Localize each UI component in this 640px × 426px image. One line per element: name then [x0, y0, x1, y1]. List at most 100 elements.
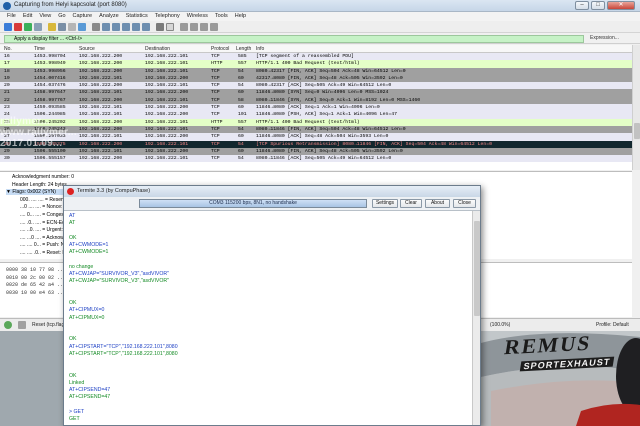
hex-line[interactable]: 0010 00 2c 00 02 ...	[6, 275, 66, 281]
menu-item[interactable]: Wireless	[187, 12, 208, 21]
packet-cell-len: 54	[238, 68, 244, 74]
packet-row[interactable]: 17 1453.998949 192.168.222.200 192.168.222.…	[0, 60, 632, 68]
menu-item[interactable]: File	[7, 12, 16, 21]
packet-list-scrollbar[interactable]	[632, 45, 640, 170]
hex-line[interactable]: 0030 10 00 e4 63 ...	[6, 290, 66, 296]
capture-status-icon[interactable]	[4, 321, 12, 329]
settings-button[interactable]: Settings	[372, 199, 398, 208]
packet-row[interactable]: 27 1506.297033 192.168.222.101 192.168.222.…	[0, 133, 632, 141]
autoscroll-icon[interactable]	[156, 23, 164, 31]
open-file-icon[interactable]	[48, 23, 56, 31]
terminal-received-line: OK	[69, 234, 77, 241]
packet-cell-info: [TCP Spurious Retransmission] 8080→11846…	[256, 141, 493, 147]
packet-cell-dst: 192.168.222.200	[145, 75, 189, 81]
stop-capture-icon[interactable]	[14, 23, 22, 31]
packet-row[interactable]: 22 1458.997767 192.168.222.200 192.168.222.…	[0, 96, 632, 105]
maximize-button[interactable]: □	[591, 1, 605, 10]
capture-options-icon[interactable]	[34, 23, 42, 31]
connection-status-button[interactable]: COM3 115200 bps, 8N1, no handshake	[139, 199, 367, 208]
terminal-sent-line: AT+CIPSEND=47	[69, 387, 111, 393]
packet-row[interactable]: 24 1506.244985 192.168.222.101 192.168.222.…	[0, 111, 632, 119]
packet-cell-proto: TCP	[211, 83, 220, 89]
detail-line[interactable]: Acknowledgment number: 0	[12, 174, 74, 180]
about-button[interactable]: About	[425, 199, 450, 208]
terminal-sent-line: AT+CWJAP="SURVIVOR_V3","asdVIVOR"	[69, 271, 170, 277]
close-file-icon[interactable]	[68, 23, 76, 31]
packet-cell-time: 1459.093585	[34, 105, 66, 111]
packet-cell-info: 8080→11846 [FIN, ACK] Seq=504 Ack=48 Win…	[256, 126, 406, 132]
reload-icon[interactable]	[78, 23, 86, 31]
hex-line[interactable]: 0020 de 65 42 a4 ...	[6, 282, 66, 288]
restart-capture-icon[interactable]	[24, 23, 32, 31]
zoom-out-icon[interactable]	[190, 23, 198, 31]
packet-row[interactable]: 28 1506.545375 192.168.222.200 192.168.222.…	[0, 140, 632, 148]
start-capture-icon[interactable]	[4, 23, 12, 31]
normal-size-icon[interactable]	[200, 23, 208, 31]
close-window-button[interactable]: ✕	[607, 1, 635, 10]
col-info[interactable]: Info	[256, 46, 264, 52]
menu-item[interactable]: Capture	[73, 12, 93, 21]
packet-cell-src: 192.168.222.200	[79, 126, 123, 132]
menu-item[interactable]: Telephony	[155, 12, 180, 21]
packet-cell-time: 1506.555157	[34, 156, 66, 162]
col-protocol[interactable]: Protocol	[211, 46, 229, 52]
display-filter-input[interactable]: Apply a display filter ... <Ctrl-/>	[4, 35, 584, 43]
hex-line[interactable]: 0000 38 10 77 98 ...	[6, 267, 66, 273]
menu-item[interactable]: Tools	[215, 12, 228, 21]
packet-cell-len: 60	[238, 105, 244, 111]
capture-comment-icon[interactable]	[18, 321, 26, 329]
col-destination[interactable]: Destination	[145, 46, 170, 52]
terminal-output[interactable]: AT AT OK AT+CWMODE=1 AT+CWMODE=1 no change AT+…	[64, 211, 472, 425]
packet-cell-proto: TCP	[211, 68, 220, 74]
terminal-scrollbar[interactable]	[472, 211, 480, 425]
packet-cell-time: 1453.998949	[34, 61, 66, 67]
go-to-packet-icon[interactable]	[122, 23, 130, 31]
packet-row[interactable]: 18 1453.998956 192.168.222.200 192.168.222.…	[0, 67, 632, 75]
minimize-button[interactable]: –	[575, 1, 589, 10]
packet-cell-len: 60	[238, 90, 244, 96]
packet-row[interactable]: 20 1454.037476 192.168.222.200 192.168.222.…	[0, 82, 632, 90]
menu-item[interactable]: Analyze	[99, 12, 119, 21]
packet-row[interactable]: 16 1453.998704 192.168.222.200 192.168.222.…	[0, 53, 632, 61]
detail-line[interactable]: Header Length: 24 bytes	[12, 182, 67, 188]
scrollbar-thumb[interactable]	[634, 123, 640, 139]
save-file-icon[interactable]	[58, 23, 66, 31]
expression-button[interactable]: Expression...	[590, 35, 619, 41]
col-length[interactable]: Length	[236, 46, 251, 52]
packet-row[interactable]: 26 1506.245243 192.168.222.200 192.168.222.…	[0, 125, 632, 134]
colorize-icon[interactable]	[166, 23, 174, 31]
find-packet-icon[interactable]	[92, 23, 100, 31]
packet-row[interactable]: 19 1454.007416 192.168.222.101 192.168.222.…	[0, 74, 632, 83]
go-forward-icon[interactable]	[112, 23, 120, 31]
menu-item[interactable]: Edit	[23, 12, 32, 21]
terminal-received-line: AT+CWJAP="SURVIVOR_V3","asdVIVOR"	[69, 278, 170, 285]
packet-row[interactable]: 23 1459.093585 192.168.222.101 192.168.222.…	[0, 104, 632, 112]
clear-button[interactable]: Clear	[400, 199, 422, 208]
resize-columns-icon[interactable]	[210, 23, 218, 31]
last-packet-icon[interactable]	[142, 23, 150, 31]
col-time[interactable]: Time	[34, 46, 45, 52]
close-button[interactable]: Close	[453, 199, 476, 208]
terminal-received-line: OK	[69, 300, 77, 306]
packet-row[interactable]: 25 1506.245202 192.168.222.200 192.168.222.…	[0, 118, 632, 126]
packet-cell-len: 58	[238, 97, 244, 103]
packet-row[interactable]: 21 1458.997647 192.168.222.101 192.168.222.…	[0, 89, 632, 97]
packet-cell-info: 11846→8080 [PSH, ACK] Seq=1 Ack=1 Win=40…	[256, 112, 398, 118]
menu-item[interactable]: Statistics	[126, 12, 148, 21]
go-back-icon[interactable]	[102, 23, 110, 31]
packet-row[interactable]: 30 1506.555157 192.168.222.200 192.168.222.…	[0, 155, 632, 163]
scrollbar-thumb[interactable]	[474, 221, 480, 316]
packet-cell-len: 60	[238, 75, 244, 81]
menu-item[interactable]: Help	[235, 12, 246, 21]
col-no[interactable]: No.	[4, 46, 12, 52]
packet-cell-len: 585	[238, 54, 247, 59]
packet-row[interactable]: 29 1506.555100 192.168.222.101 192.168.222.…	[0, 147, 632, 156]
zoom-in-icon[interactable]	[180, 23, 188, 31]
menu-item[interactable]: View	[39, 12, 51, 21]
profile-label[interactable]: Profile: Default	[596, 322, 629, 328]
col-source[interactable]: Source	[79, 46, 95, 52]
termite-title-bar[interactable]: Termite 3.3 (by CompuPhase)	[64, 186, 480, 197]
detail-line[interactable]: ▼ Flags: 0x002 (SYN)	[6, 189, 66, 196]
menu-item[interactable]: Go	[58, 12, 65, 21]
first-packet-icon[interactable]	[132, 23, 140, 31]
